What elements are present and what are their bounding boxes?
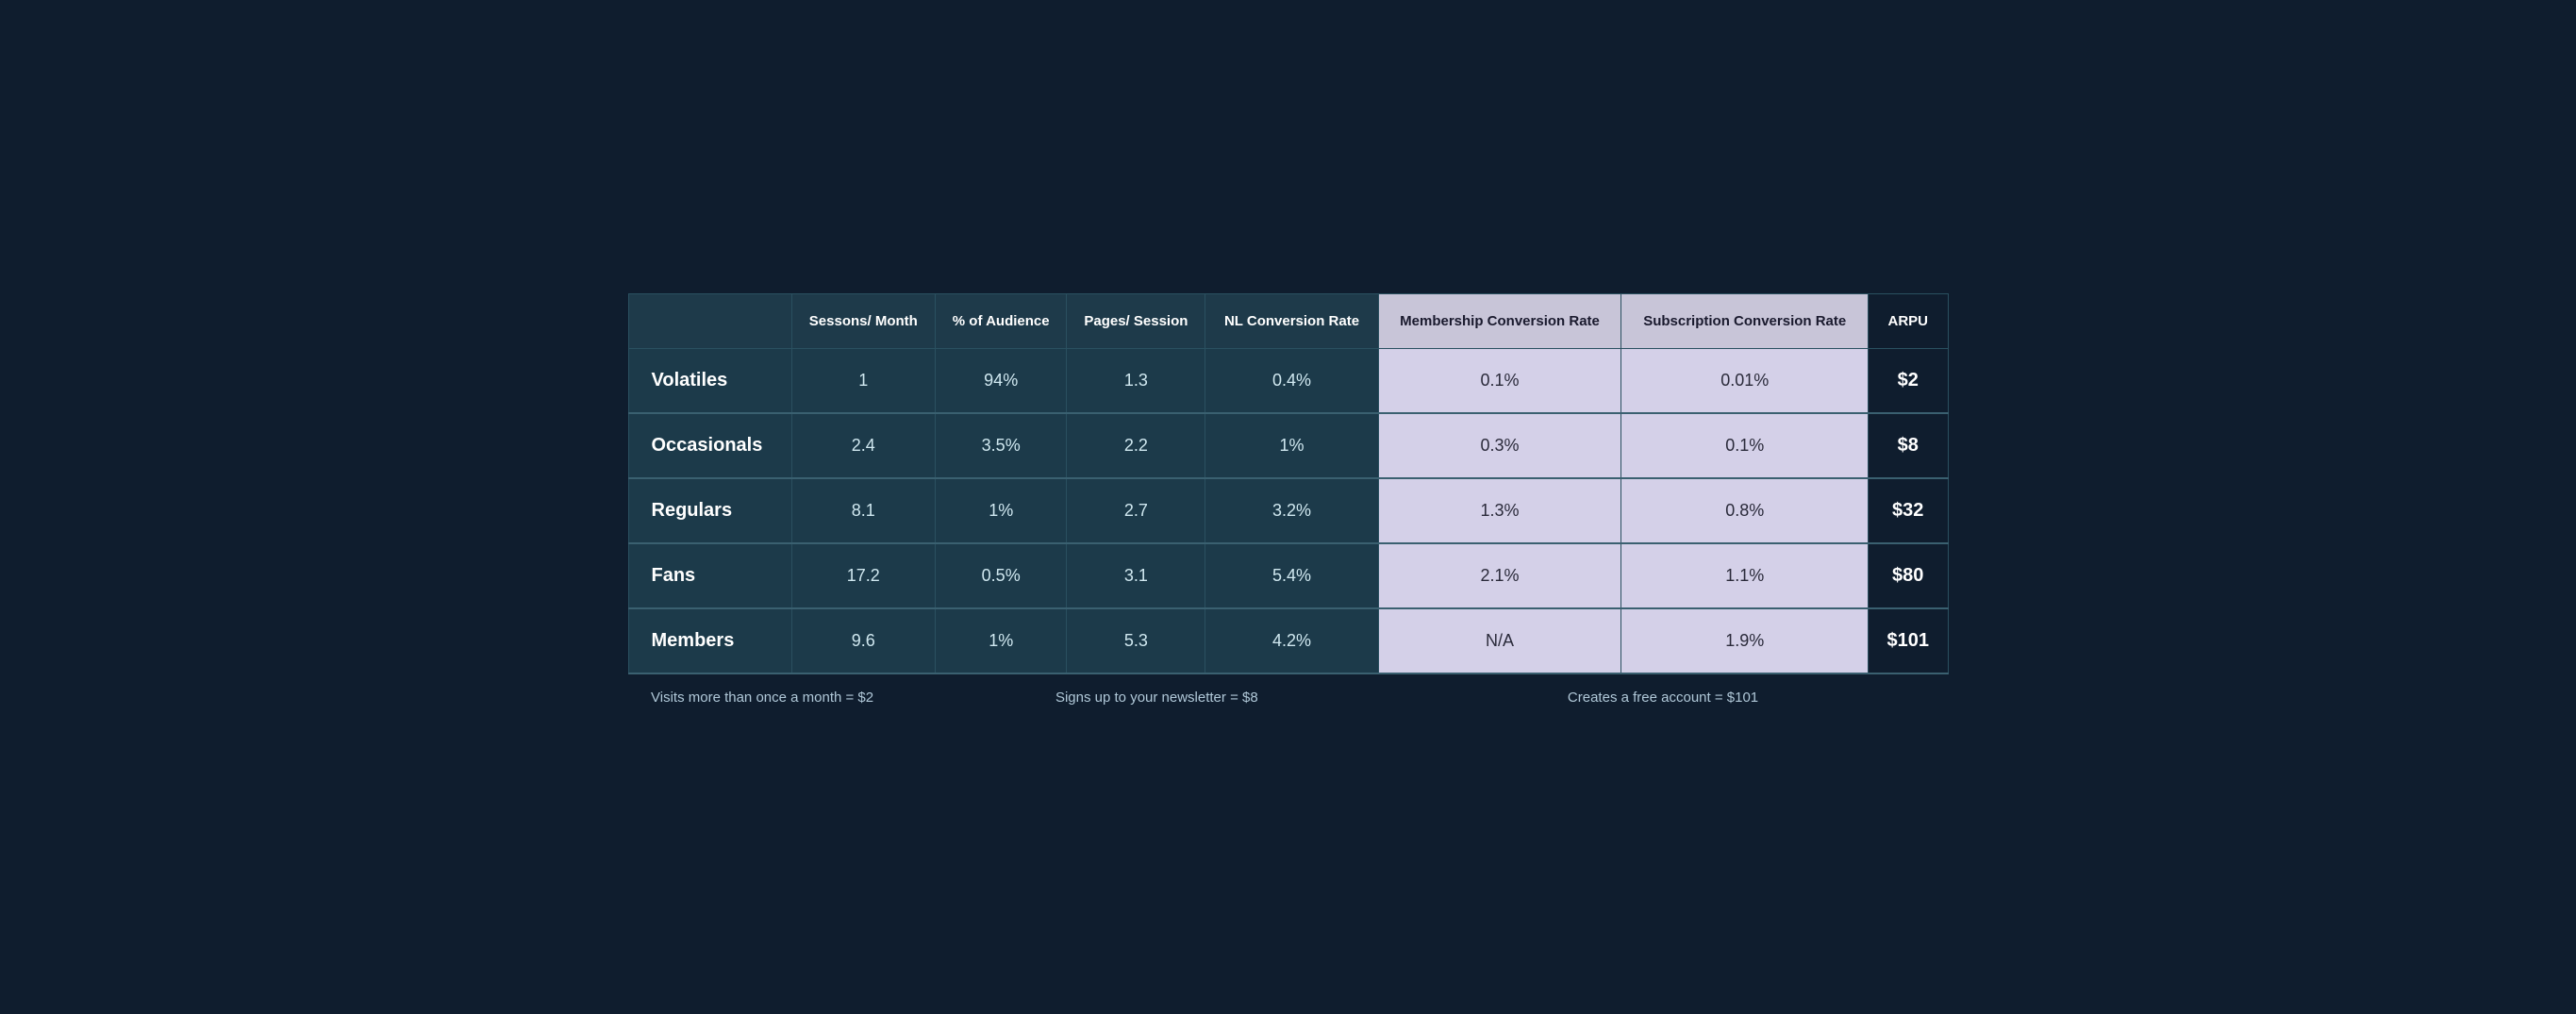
header-pages: Pages/ Session [1067,294,1205,349]
footer-right: Creates a free account = $101 [1378,673,1948,721]
row-nl-conversion: 3.2% [1205,478,1378,543]
row-subscription: 0.01% [1621,349,1869,414]
row-sessions: 9.6 [791,608,936,673]
row-membership: 2.1% [1378,543,1621,608]
row-membership: 0.1% [1378,349,1621,414]
row-arpu: $80 [1868,543,1948,608]
row-audience: 1% [936,478,1067,543]
row-membership: 1.3% [1378,478,1621,543]
row-pages: 1.3 [1067,349,1205,414]
row-label: Members [628,608,791,673]
row-pages: 2.7 [1067,478,1205,543]
row-membership: 0.3% [1378,413,1621,478]
header-nl-conversion: NL Conversion Rate [1205,294,1378,349]
row-audience: 1% [936,608,1067,673]
row-nl-conversion: 5.4% [1205,543,1378,608]
header-sessions: Sessons/ Month [791,294,936,349]
row-subscription: 1.1% [1621,543,1869,608]
row-pages: 3.1 [1067,543,1205,608]
row-audience: 0.5% [936,543,1067,608]
row-nl-conversion: 0.4% [1205,349,1378,414]
main-table-container: Sessons/ Month % of Audience Pages/ Sess… [628,293,1949,721]
row-label: Regulars [628,478,791,543]
row-audience: 94% [936,349,1067,414]
header-arpu: ARPU [1868,294,1948,349]
row-sessions: 1 [791,349,936,414]
row-nl-conversion: 4.2% [1205,608,1378,673]
row-arpu: $8 [1868,413,1948,478]
table-row: Volatiles194%1.30.4%0.1%0.01%$2 [628,349,1948,414]
row-label: Occasionals [628,413,791,478]
row-sessions: 2.4 [791,413,936,478]
row-membership: N/A [1378,608,1621,673]
row-arpu: $32 [1868,478,1948,543]
table-row: Regulars8.11%2.73.2%1.3%0.8%$32 [628,478,1948,543]
header-subscription: Subscription Conversion Rate [1621,294,1869,349]
row-label: Fans [628,543,791,608]
row-pages: 5.3 [1067,608,1205,673]
row-sessions: 8.1 [791,478,936,543]
table-row: Occasionals2.43.5%2.21%0.3%0.1%$8 [628,413,1948,478]
row-subscription: 0.1% [1621,413,1869,478]
row-pages: 2.2 [1067,413,1205,478]
row-subscription: 0.8% [1621,478,1869,543]
header-membership: Membership Conversion Rate [1378,294,1621,349]
table-row: Fans17.20.5%3.15.4%2.1%1.1%$80 [628,543,1948,608]
footer-center: Signs up to your newsletter = $8 [936,673,1379,721]
footer-left: Visits more than once a month = $2 [628,673,936,721]
row-arpu: $2 [1868,349,1948,414]
header-audience: % of Audience [936,294,1067,349]
row-audience: 3.5% [936,413,1067,478]
table-row: Members9.61%5.34.2%N/A1.9%$101 [628,608,1948,673]
row-arpu: $101 [1868,608,1948,673]
data-table: Sessons/ Month % of Audience Pages/ Sess… [628,293,1949,721]
row-nl-conversion: 1% [1205,413,1378,478]
row-label: Volatiles [628,349,791,414]
row-sessions: 17.2 [791,543,936,608]
row-subscription: 1.9% [1621,608,1869,673]
header-label-col [628,294,791,349]
